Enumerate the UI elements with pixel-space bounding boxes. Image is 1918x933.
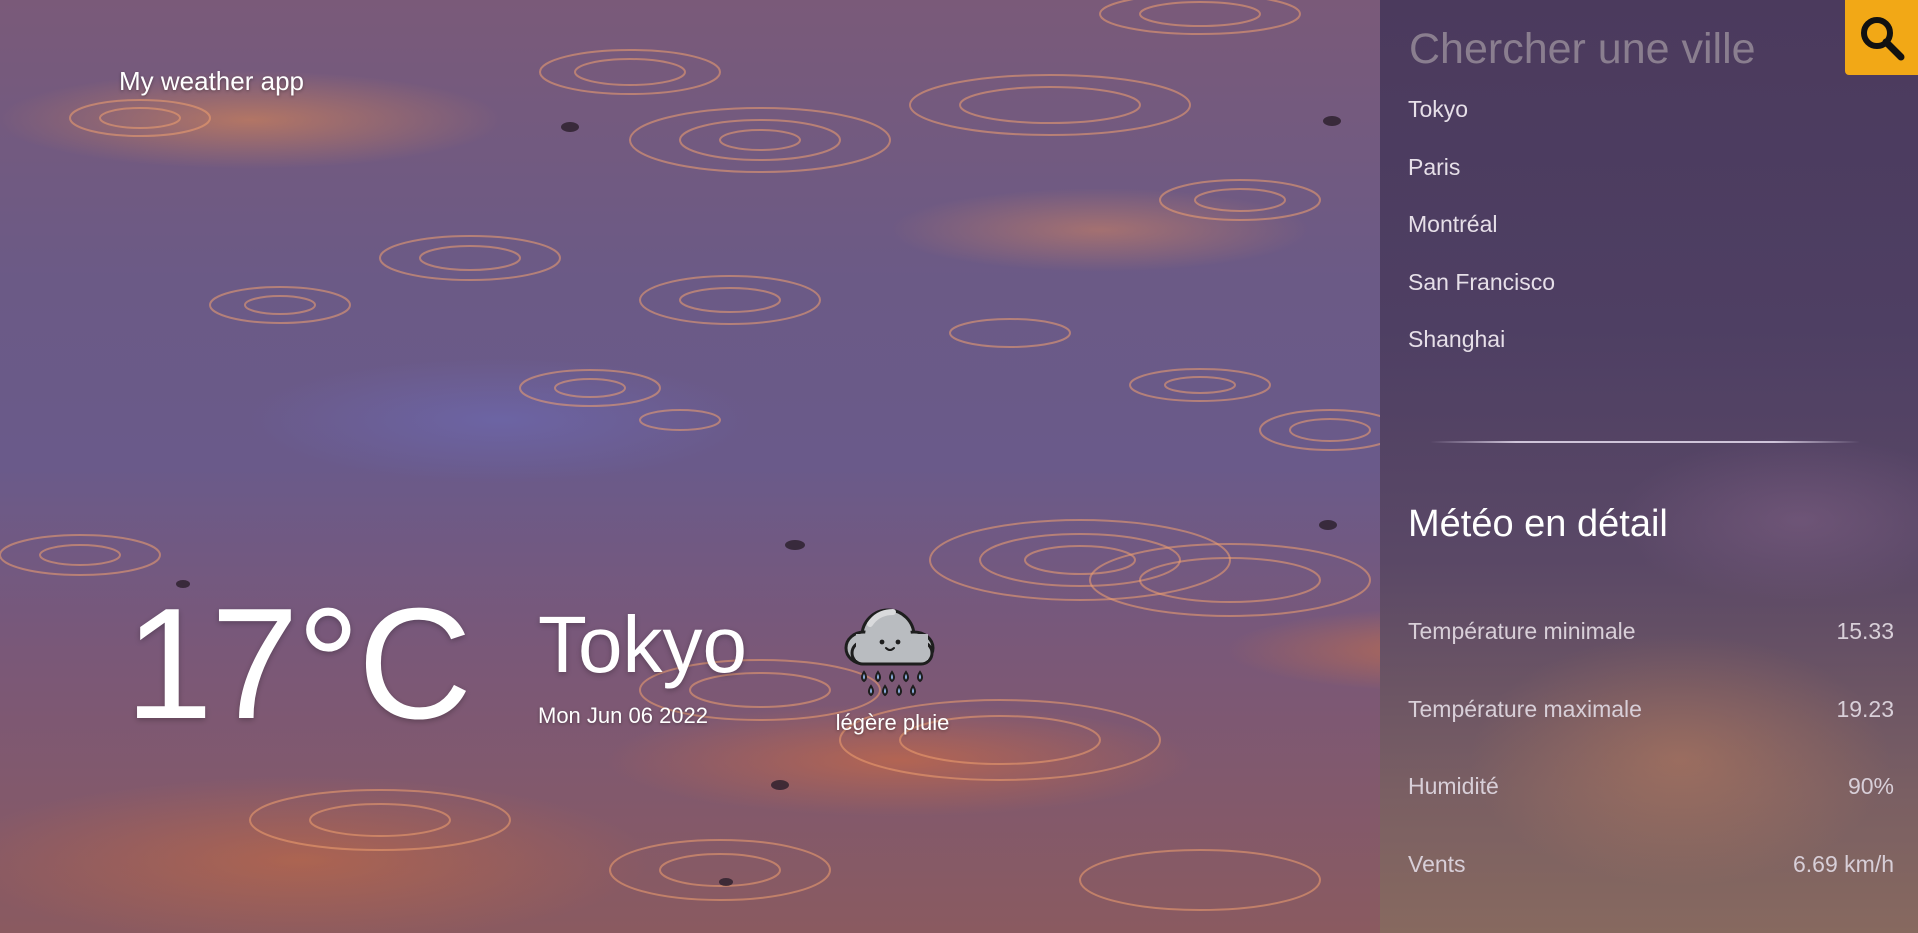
detail-row-max-temp: Température maximale 19.23 <box>1408 696 1894 723</box>
detail-label: Température minimale <box>1408 618 1636 644</box>
detail-label: Vents <box>1408 851 1466 877</box>
city-item-san-francisco[interactable]: San Francisco <box>1408 269 1555 327</box>
weather-condition: légère pluie <box>820 598 965 736</box>
detail-value: 6.69 km/h <box>1793 851 1894 877</box>
detail-value: 15.33 <box>1836 618 1894 644</box>
detail-row-min-temp: Température minimale 15.33 <box>1408 618 1894 645</box>
detail-label: Humidité <box>1408 773 1499 799</box>
condition-label: légère pluie <box>835 710 950 735</box>
city-list: Tokyo Paris Montréal San Francisco Shang… <box>1408 96 1555 384</box>
detail-row-wind: Vents 6.69 km/h <box>1408 851 1894 878</box>
details-title: Météo en détail <box>1408 503 1668 545</box>
current-location: Tokyo Mon Jun 06 2022 <box>538 605 747 729</box>
detail-row-humidity: Humidité 90% <box>1408 773 1894 800</box>
current-date: Mon Jun 06 2022 <box>538 703 709 728</box>
city-item-montreal[interactable]: Montréal <box>1408 211 1555 269</box>
app-title: My weather app <box>119 66 304 96</box>
city-name: Tokyo <box>538 600 747 689</box>
detail-value: 90% <box>1847 773 1894 799</box>
divider <box>1430 441 1860 443</box>
rain-cloud-icon <box>844 608 934 697</box>
detail-value: 19.23 <box>1836 696 1894 722</box>
city-item-shanghai[interactable]: Shanghai <box>1408 326 1555 384</box>
search-icon <box>1860 16 1904 60</box>
search-button[interactable] <box>1845 0 1918 75</box>
detail-label: Température maximale <box>1408 696 1642 722</box>
current-temperature: 17°C <box>125 576 472 752</box>
city-search-input[interactable] <box>1409 22 1829 76</box>
city-item-paris[interactable]: Paris <box>1408 154 1555 212</box>
city-item-tokyo[interactable]: Tokyo <box>1408 96 1555 154</box>
